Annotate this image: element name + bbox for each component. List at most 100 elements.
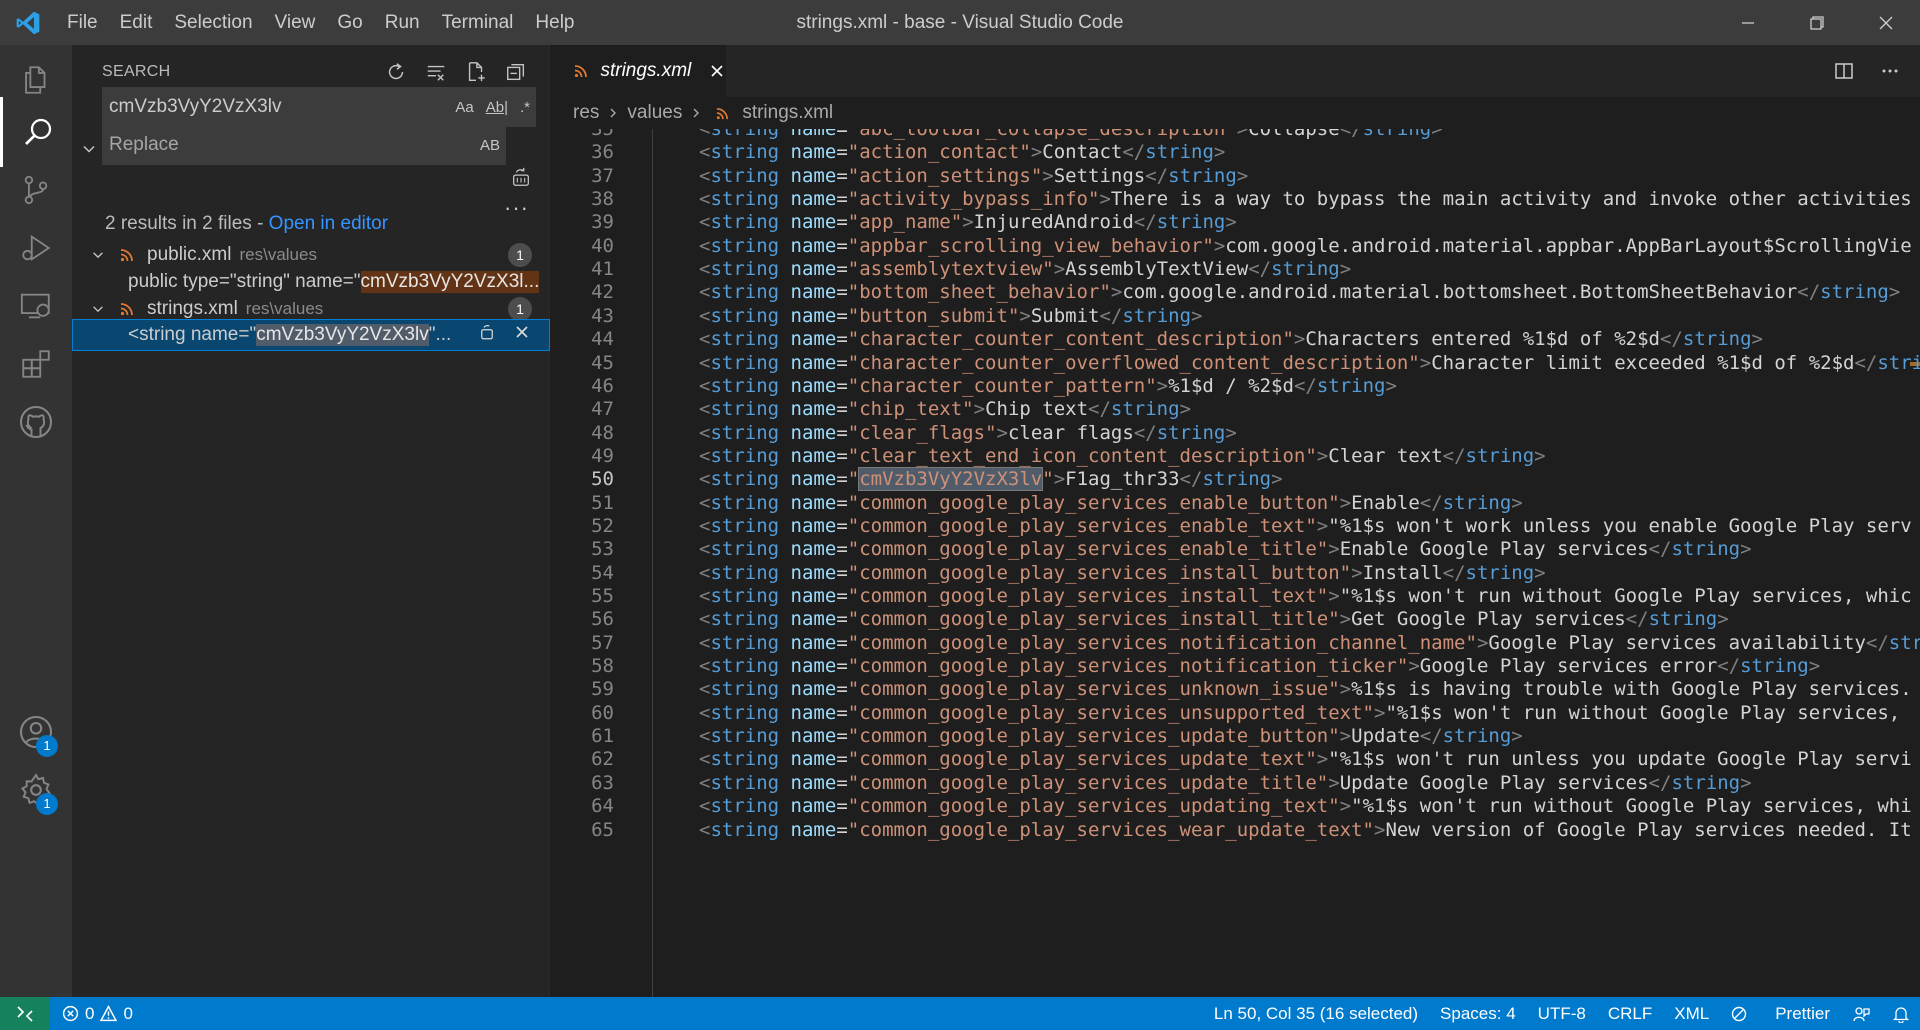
- remote-indicator-button[interactable]: [0, 997, 50, 1030]
- string-name: character_counter_pattern: [859, 374, 1146, 397]
- notifications-button[interactable]: [1892, 1005, 1910, 1023]
- remote-icon: [17, 1005, 33, 1022]
- minimize-button[interactable]: [1713, 0, 1782, 45]
- open-in-editor-link[interactable]: Open in editor: [269, 213, 388, 234]
- string-name: common_google_play_services_install_butt…: [859, 561, 1340, 584]
- string-name: common_google_play_services_install_titl…: [859, 608, 1329, 631]
- clear-results-button[interactable]: [421, 57, 451, 87]
- replace-input[interactable]: Replace AB: [102, 125, 506, 165]
- error-icon: [62, 1005, 79, 1022]
- menu-run[interactable]: Run: [374, 0, 431, 45]
- close-tab-button[interactable]: [707, 61, 726, 81]
- results-count-text: 2 results in 2 files -: [105, 213, 269, 234]
- results-summary: 2 results in 2 files - Open in editor: [105, 213, 388, 235]
- string-value: com.google.android.material.bottomsheet.…: [1122, 281, 1798, 304]
- rss-file-icon: [115, 248, 139, 262]
- string-name: common_google_play_services_install_text: [859, 585, 1317, 607]
- search-sidebar: SEARCH cmVzb3VyY2VzX3lv Aa Ab| .* Replac…: [72, 45, 550, 997]
- result-match-strings-xml[interactable]: <string name=" cmVzb3VyY2VzX3lv "...: [72, 319, 550, 351]
- string-value: "%1$s won't run unless you update Google…: [1328, 748, 1912, 771]
- source-control-icon: [24, 175, 48, 205]
- rss-file-icon: [570, 64, 592, 78]
- more-actions-button[interactable]: [1874, 55, 1906, 87]
- manage-button[interactable]: 1: [0, 755, 72, 825]
- string-value: Google Play services availability: [1488, 631, 1866, 654]
- chevron-down-icon[interactable]: [87, 298, 109, 320]
- match-whole-word-toggle[interactable]: Ab|: [480, 99, 514, 116]
- search-details-toggle[interactable]: ···: [504, 195, 529, 221]
- end-of-line[interactable]: CRLF: [1608, 1004, 1652, 1024]
- string-name: common_google_play_services_update_text: [859, 748, 1306, 771]
- rss-file-icon: [115, 302, 139, 316]
- toggle-replace-button[interactable]: [78, 138, 100, 160]
- match-highlight: cmVzb3VyY2VzX3lv: [256, 324, 429, 346]
- menu-terminal[interactable]: Terminal: [431, 0, 525, 45]
- menu-bar: File Edit Selection View Go Run Terminal Help: [56, 0, 586, 45]
- line-number: 65: [591, 818, 614, 841]
- string-value: clear flags: [1007, 421, 1134, 444]
- new-file-icon: [468, 62, 485, 82]
- string-name: common_google_play_services_notification…: [859, 655, 1397, 678]
- refresh-button[interactable]: [381, 57, 411, 87]
- encoding[interactable]: UTF-8: [1538, 1004, 1586, 1024]
- search-view-actions: [381, 57, 531, 87]
- result-file-name: strings.xml: [147, 297, 238, 319]
- match-prefix: public type="string" name=": [128, 270, 361, 292]
- replace-match-button[interactable]: [478, 323, 496, 347]
- string-name: common_google_play_services_enable_text: [859, 514, 1306, 537]
- remote-explorer-icon: [20, 293, 50, 319]
- collapse-all-icon: [507, 63, 525, 81]
- string-value: "%1$s won't run without Google Play serv…: [1351, 795, 1912, 818]
- preserve-case-toggle[interactable]: AB: [474, 137, 506, 154]
- menu-edit[interactable]: Edit: [109, 0, 164, 45]
- string-name: common_google_play_services_updating_tex…: [859, 795, 1329, 818]
- tab-strings-xml[interactable]: strings.xml: [550, 45, 726, 97]
- menu-help[interactable]: Help: [524, 0, 585, 45]
- breadcrumb: res values strings.xml: [573, 97, 833, 129]
- error-count: 0: [85, 1003, 95, 1023]
- refresh-icon: [388, 63, 404, 80]
- feedback-button[interactable]: [1852, 1005, 1870, 1023]
- code-editor[interactable]: 35 <string name="abc_toolbar_collapse_des…: [550, 129, 1920, 997]
- restore-button[interactable]: [1782, 0, 1851, 45]
- collapse-all-button[interactable]: [501, 57, 531, 87]
- string-value: %1$d / %2$d: [1168, 374, 1294, 397]
- breadcrumb-item[interactable]: strings.xml: [742, 97, 833, 129]
- match-case-toggle[interactable]: Aa: [449, 99, 479, 116]
- language-mode[interactable]: XML: [1674, 1004, 1709, 1024]
- replace-placeholder[interactable]: Replace: [102, 134, 474, 156]
- menu-selection[interactable]: Selection: [163, 0, 263, 45]
- string-value: Character limit exceeded %1$d of %2$d: [1431, 351, 1855, 374]
- prettier-status[interactable]: Prettier: [1731, 1004, 1830, 1024]
- search-query[interactable]: cmVzb3VyY2VzX3lv: [102, 96, 449, 118]
- window-controls: [1713, 0, 1920, 45]
- rss-file-icon: [710, 107, 734, 120]
- menu-file[interactable]: File: [56, 0, 109, 45]
- replace-all-button[interactable]: [506, 162, 536, 192]
- breadcrumb-item[interactable]: values: [627, 97, 682, 129]
- indentation[interactable]: Spaces: 4: [1440, 1004, 1516, 1024]
- chevron-right-icon: [607, 107, 619, 119]
- replace-icon: [481, 325, 493, 340]
- tab-label: strings.xml: [600, 60, 692, 81]
- chevron-down-icon[interactable]: [87, 244, 109, 266]
- split-editor-button[interactable]: [1828, 55, 1860, 87]
- warning-count: 0: [123, 1003, 133, 1023]
- breadcrumb-item[interactable]: res: [573, 97, 599, 129]
- problems-indicator[interactable]: 0 0: [62, 997, 133, 1030]
- run-debug-icon: [22, 234, 51, 262]
- close-window-button[interactable]: [1851, 0, 1920, 45]
- status-right-items: Ln 50, Col 35 (16 selected) Spaces: 4 UT…: [1192, 997, 1910, 1030]
- string-value: "%1$s won't run without Google Play serv…: [1385, 701, 1901, 724]
- dismiss-match-button[interactable]: [514, 324, 530, 346]
- cursor-position[interactable]: Ln 50, Col 35 (16 selected): [1214, 1004, 1418, 1024]
- string-name: bottom_sheet_behavior: [859, 281, 1100, 304]
- search-input[interactable]: cmVzb3VyY2VzX3lv Aa Ab| .*: [102, 87, 536, 127]
- menu-go[interactable]: Go: [326, 0, 373, 45]
- string-value: Settings: [1053, 164, 1146, 187]
- new-search-editor-button[interactable]: [461, 57, 491, 87]
- menu-view[interactable]: View: [264, 0, 327, 45]
- use-regex-toggle[interactable]: .*: [514, 99, 536, 116]
- github-button[interactable]: [0, 387, 72, 457]
- string-value: Get Google Play services: [1351, 608, 1626, 631]
